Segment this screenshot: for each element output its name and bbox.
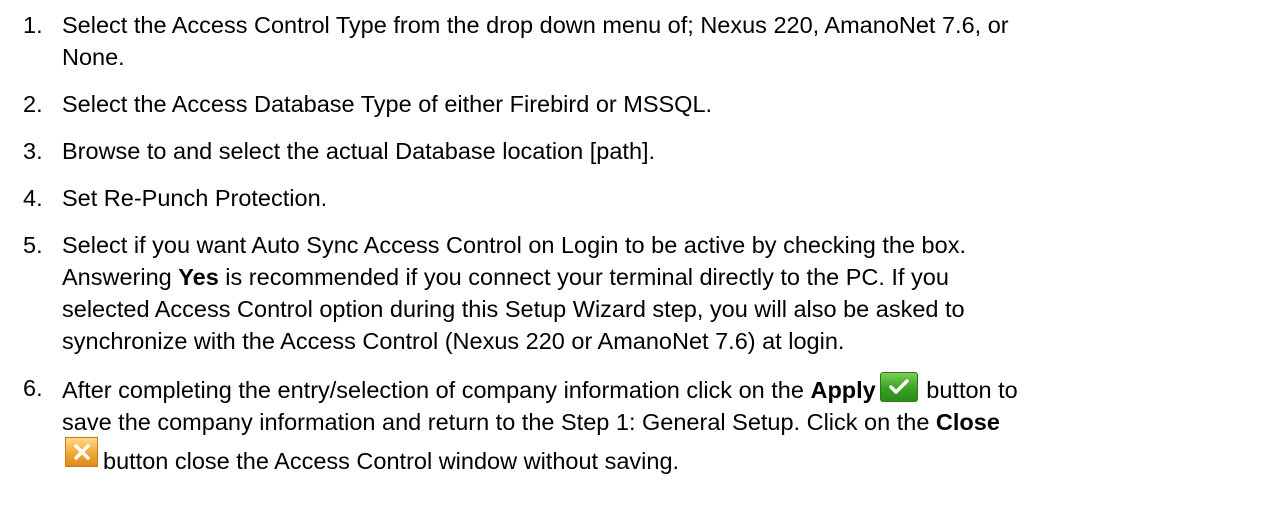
step-number: 5.: [23, 232, 43, 258]
step-number: 4.: [23, 185, 43, 211]
step-text: After completing the entry/selection of …: [62, 372, 1257, 438]
step-text: Select the Access Control Type from the …: [62, 12, 1009, 70]
step-number: 1.: [23, 12, 43, 38]
apply-emphasis: Apply: [810, 377, 876, 403]
step-text: Select the Access Database Type of eithe…: [62, 91, 713, 117]
step-number: 3.: [23, 138, 43, 164]
close-emphasis: Close: [935, 409, 1000, 435]
close-x-icon: [65, 437, 98, 467]
step-text: Browse to and select the actual Database…: [62, 138, 656, 164]
step-number: 6.: [23, 375, 43, 401]
step-number: 2.: [23, 91, 43, 117]
step-text: Set Re-Punch Protection.: [62, 185, 328, 211]
instructions-list: 1. Select the Access Control Type from t…: [0, 0, 1265, 531]
yes-emphasis: Yes: [178, 264, 219, 290]
step-6-last-line: button close the Access Control window w…: [103, 448, 680, 474]
step-text: Select if you want Auto Sync Access Cont…: [62, 232, 966, 354]
checkmark-icon: [879, 372, 918, 402]
